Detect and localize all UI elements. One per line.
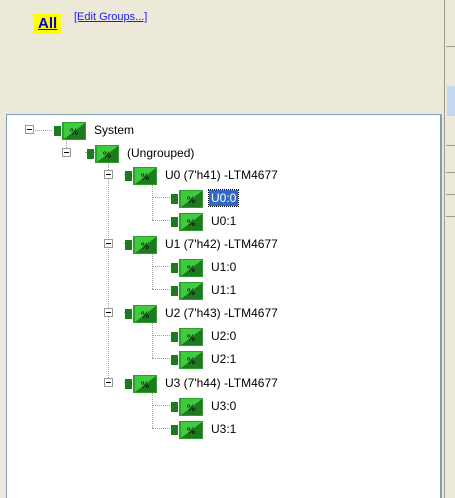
power-module-icon: %	[171, 213, 203, 231]
power-module-icon: %	[171, 190, 203, 208]
power-module-icon: %	[125, 167, 157, 185]
right-pane-edge	[444, 0, 455, 498]
tree-label: U1:1	[211, 283, 237, 297]
svg-text:%: %	[141, 381, 150, 391]
edit-groups-link[interactable]: [Edit Groups...]	[74, 11, 147, 23]
svg-text:%: %	[141, 173, 150, 183]
power-module-icon: %	[87, 145, 119, 163]
power-module-icon: %	[125, 305, 157, 323]
tree-label: U1:0	[211, 260, 237, 274]
tree-label: U3:1	[211, 422, 237, 436]
tree-label: U2:1	[211, 352, 237, 366]
svg-text:%: %	[141, 311, 150, 321]
all-groups-button[interactable]: All	[34, 14, 62, 34]
svg-text:%: %	[187, 265, 196, 275]
tree-node-channel-u3-1[interactable]: % U3:1	[171, 418, 238, 440]
power-module-icon: %	[171, 421, 203, 439]
power-module-icon: %	[171, 398, 203, 416]
power-module-icon: %	[171, 282, 203, 300]
system-tree[interactable]: % System % (Ungrouped) % U0 (7'h41) -LTM…	[6, 114, 442, 498]
svg-text:%: %	[103, 151, 112, 161]
tree-node-channel-u2-0[interactable]: % U2:0	[171, 325, 238, 347]
tree-label: U3 (7'h44) -LTM4677	[165, 376, 278, 390]
collapse-u0-toggle[interactable]	[104, 170, 113, 179]
svg-text:%: %	[141, 242, 150, 252]
tree-node-device-u2[interactable]: % U2 (7'h43) -LTM4677	[125, 302, 280, 324]
power-module-icon: %	[171, 328, 203, 346]
tree-node-device-u1[interactable]: % U1 (7'h42) -LTM4677	[125, 233, 280, 255]
tree-node-device-u0[interactable]: % U0 (7'h41) -LTM4677	[125, 164, 280, 186]
power-module-icon: %	[125, 236, 157, 254]
tree-node-system[interactable]: % System	[54, 119, 136, 141]
collapse-u3-toggle[interactable]	[104, 378, 113, 387]
power-module-icon: %	[54, 122, 86, 140]
collapse-system-toggle[interactable]	[25, 125, 34, 134]
groups-header: All [Edit Groups...]	[0, 0, 444, 112]
power-module-icon: %	[171, 259, 203, 277]
tree-label: U0:1	[211, 214, 237, 228]
svg-text:%: %	[187, 357, 196, 367]
tree-label: U0 (7'h41) -LTM4677	[165, 168, 278, 182]
tree-label: U2 (7'h43) -LTM4677	[165, 306, 278, 320]
tree-node-channel-u0-1[interactable]: % U0:1	[171, 210, 238, 232]
tree-label: (Ungrouped)	[127, 146, 195, 160]
tree-label: System	[94, 123, 135, 137]
collapse-u2-toggle[interactable]	[104, 308, 113, 317]
collapse-ungrouped-toggle[interactable]	[62, 148, 71, 157]
svg-text:%: %	[187, 196, 196, 206]
tree-node-channel-u1-1[interactable]: % U1:1	[171, 279, 238, 301]
svg-text:%: %	[187, 219, 196, 229]
tree-node-channel-u3-0[interactable]: % U3:0	[171, 395, 238, 417]
tree-node-ungrouped[interactable]: % (Ungrouped)	[87, 142, 196, 164]
tree-label-selected: U0:0	[207, 189, 240, 207]
tree-node-device-u3[interactable]: % U3 (7'h44) -LTM4677	[125, 372, 280, 394]
tree-node-channel-u2-1[interactable]: % U2:1	[171, 348, 238, 370]
svg-text:%: %	[187, 288, 196, 298]
tree-label: U3:0	[211, 399, 237, 413]
power-module-icon: %	[125, 375, 157, 393]
tree-node-channel-u1-0[interactable]: % U1:0	[171, 256, 238, 278]
power-module-icon: %	[171, 351, 203, 369]
svg-text:%: %	[70, 128, 79, 138]
svg-text:%: %	[187, 427, 196, 437]
svg-text:%: %	[187, 404, 196, 414]
tree-label: U1 (7'h42) -LTM4677	[165, 237, 278, 251]
tree-label: U2:0	[211, 329, 237, 343]
collapse-u1-toggle[interactable]	[104, 239, 113, 248]
tree-node-channel-u0-0[interactable]: % U0:0	[171, 187, 240, 209]
svg-text:%: %	[187, 334, 196, 344]
